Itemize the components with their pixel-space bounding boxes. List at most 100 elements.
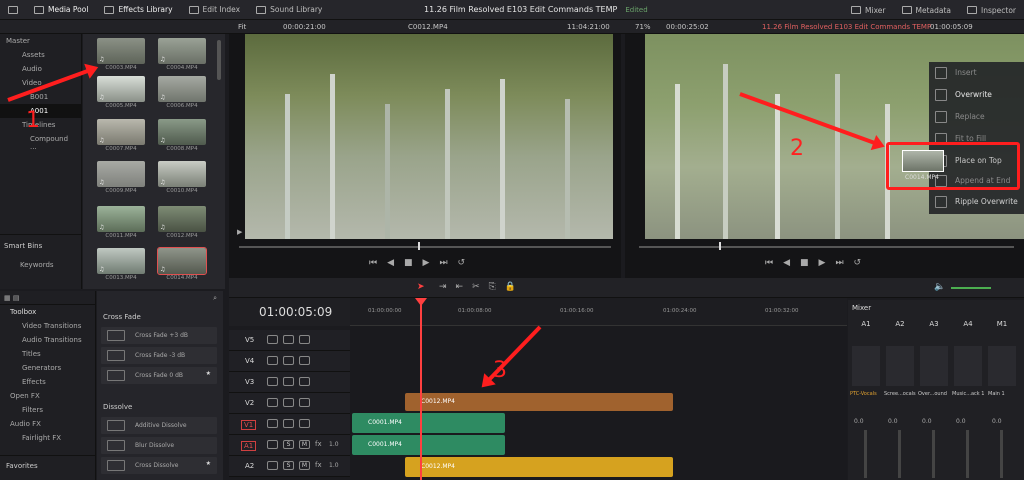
source-video-frame[interactable] [245, 34, 613, 239]
timeline-title[interactable]: 11.26 Film Resolved E103 Edit Commands T… [762, 23, 931, 31]
toolbox-fairlight-fx[interactable]: Fairlight FX [0, 431, 95, 445]
timeline-clip-a1[interactable]: C0001.MP4 [352, 435, 505, 455]
metadata-tab[interactable]: Metadata [894, 0, 960, 20]
timeline-scrubber[interactable] [639, 246, 1014, 248]
favorite-star-icon[interactable]: ★ [206, 370, 211, 377]
mixer-tab[interactable]: Mixer [843, 0, 893, 20]
clip-thumb-selected[interactable]: ♫ [157, 247, 207, 275]
fx-icon[interactable]: fx [315, 440, 322, 448]
solo-button[interactable]: S [283, 440, 294, 449]
track-v1[interactable]: V1 [229, 414, 350, 435]
timeline-clip-v1[interactable]: C0001.MP4 [352, 413, 505, 433]
effect-cross-fade-0[interactable]: Cross Fade 0 dB ★ [101, 367, 217, 384]
fader[interactable] [966, 430, 969, 478]
clip-thumb[interactable]: ♫ [158, 76, 206, 102]
lock-icon[interactable] [267, 377, 278, 386]
timeline-transport-controls[interactable]: ⏮◀■▶⏭↺ [765, 258, 871, 268]
bin-a001[interactable]: A001 [0, 104, 81, 118]
toolbox-titles[interactable]: Titles [0, 347, 95, 361]
fader[interactable] [864, 430, 867, 478]
pan-control[interactable] [852, 346, 880, 386]
toolbox-video-transitions[interactable]: Video Transitions [0, 319, 95, 333]
bin-timelines[interactable]: Timelines [0, 118, 81, 132]
pan-control[interactable] [886, 346, 914, 386]
menu-insert[interactable]: Insert [929, 62, 1024, 84]
menu-replace[interactable]: Replace [929, 106, 1024, 128]
solo-button[interactable]: S [283, 461, 294, 470]
mute-button[interactable]: M [299, 440, 310, 449]
media-pool-tab[interactable]: Media Pool [26, 0, 96, 20]
lock-icon[interactable] [267, 335, 278, 344]
favorite-star-icon[interactable]: ★ [206, 460, 211, 467]
source-playhead[interactable] [418, 242, 420, 250]
inspector-tab[interactable]: Inspector [959, 0, 1024, 20]
effect-blur-dissolve[interactable]: Blur Dissolve [101, 437, 217, 454]
lock-icon[interactable] [267, 356, 278, 365]
track-a1[interactable]: A1 S Mfx 1.0 [229, 435, 350, 456]
effects-search-icon[interactable]: ⌕ [97, 291, 223, 305]
fit-dropdown[interactable]: Fit [238, 23, 246, 31]
clip-thumb[interactable]: ♫ [158, 38, 206, 64]
source-transport-controls[interactable]: ⏮◀■▶⏭↺ [369, 258, 475, 268]
playhead-marker-icon[interactable] [415, 298, 427, 306]
clip-thumb[interactable]: ♫ [97, 119, 145, 145]
pan-control[interactable] [988, 346, 1016, 386]
effect-cross-fade-minus3[interactable]: Cross Fade -3 dB [101, 347, 217, 364]
pan-control[interactable] [954, 346, 982, 386]
lock-icon[interactable] [267, 440, 278, 449]
auto-select-icon[interactable] [283, 356, 294, 365]
effect-cross-fade-plus3[interactable]: Cross Fade +3 dB [101, 327, 217, 344]
effects-library-tab[interactable]: Effects Library [96, 0, 180, 20]
clip-thumb[interactable]: ♫ [158, 119, 206, 145]
fader[interactable] [932, 430, 935, 478]
bin-master[interactable]: Master [0, 34, 81, 48]
effect-cross-dissolve[interactable]: Cross Dissolve ★ [101, 457, 217, 474]
auto-select-icon[interactable] [283, 377, 294, 386]
track-v3[interactable]: V3 [229, 372, 350, 393]
timeline-clip-v2[interactable]: C0012.MP4 [405, 393, 673, 411]
timeline-viewer-playhead[interactable] [719, 242, 721, 250]
auto-select-icon[interactable] [283, 335, 294, 344]
track-a2[interactable]: A2 S Mfx 1.0 [229, 456, 350, 477]
source-clip-name[interactable]: C0012.MP4 [408, 23, 448, 31]
bin-compound[interactable]: Compound ... [0, 132, 81, 154]
fader[interactable] [1000, 430, 1003, 478]
clip-thumb[interactable]: ♫ [97, 76, 145, 102]
toolbox-audio-transitions[interactable]: Audio Transitions [0, 333, 95, 347]
effect-additive-dissolve[interactable]: Additive Dissolve [101, 417, 217, 434]
favorites-header[interactable]: Favorites [0, 459, 38, 473]
fader[interactable] [898, 430, 901, 478]
smart-bin-keywords[interactable]: Keywords [12, 258, 62, 272]
monitor-icon[interactable] [299, 356, 310, 365]
track-v2[interactable]: V2 [229, 393, 350, 414]
edit-tools-icons[interactable]: ⇥⇤✂⎘🔒 [439, 282, 525, 292]
source-scrubber[interactable] [239, 246, 611, 248]
clip-thumb[interactable]: ♫ [97, 161, 145, 187]
toolbox-audio-fx[interactable]: Audio FX [0, 417, 95, 431]
sound-library-tab[interactable]: Sound Library [248, 0, 330, 20]
lock-icon[interactable] [267, 419, 278, 428]
toolbox-filters[interactable]: Filters [0, 403, 95, 417]
volume-icon[interactable]: 🔈 [934, 282, 945, 292]
mute-button[interactable]: M [299, 461, 310, 470]
clip-thumb[interactable]: ♫ [97, 206, 145, 232]
lock-icon[interactable] [267, 398, 278, 407]
fx-icon[interactable]: fx [315, 461, 322, 469]
layout-icon[interactable] [0, 0, 26, 20]
clip-scrollbar[interactable] [217, 40, 221, 80]
bin-assets[interactable]: Assets [0, 48, 81, 62]
toolbox-generators[interactable]: Generators [0, 361, 95, 375]
track-v4[interactable]: V4 [229, 351, 350, 372]
clip-thumb[interactable]: ♫ [97, 38, 145, 64]
pan-control[interactable] [920, 346, 948, 386]
track-v5[interactable]: V5 [229, 330, 350, 351]
clip-thumb[interactable]: ♫ [158, 161, 206, 187]
clip-thumb[interactable]: ♫ [97, 248, 145, 274]
timeline-clip-a2[interactable]: C0012.MP4 [405, 457, 673, 477]
monitor-icon[interactable] [299, 398, 310, 407]
toolbox-root[interactable]: Toolbox [0, 305, 95, 319]
bin-audio[interactable]: Audio [0, 62, 81, 76]
zoom-dropdown[interactable]: 71% [635, 23, 651, 31]
menu-ripple-overwrite[interactable]: Ripple Overwrite [929, 191, 1024, 213]
edit-index-tab[interactable]: Edit Index [181, 0, 249, 20]
